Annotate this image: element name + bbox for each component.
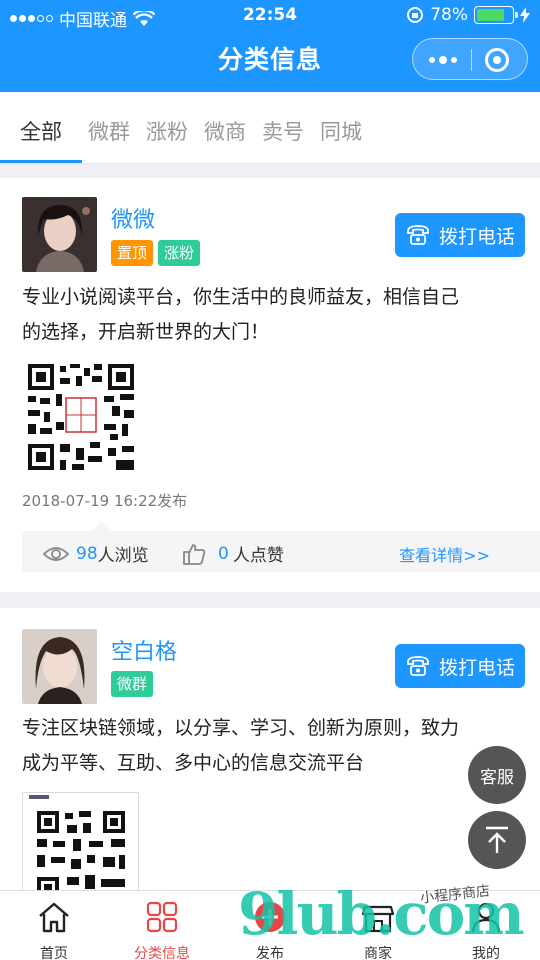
tab-local[interactable]: 同城 (320, 116, 362, 146)
view-details-link[interactable]: 查看详情>> (399, 542, 490, 566)
miniprogram-capsule (412, 38, 528, 80)
more-icon[interactable] (429, 51, 459, 69)
description-line: 成为平等、互助、多中心的信息交流平台 (22, 752, 365, 774)
poster-name[interactable]: 空白格 (111, 634, 177, 666)
nav-label: 分类信息 (134, 946, 190, 960)
description-line: 的选择，开启新世界的大门！ (22, 321, 270, 343)
customer-service-button[interactable]: 客服 (468, 746, 526, 804)
customer-service-label: 客服 (480, 767, 514, 788)
app-header: 中国联通 22:54 78% 分类信息 (0, 0, 540, 92)
phone-icon (407, 225, 429, 245)
category-tabs: 全部 微群 涨粉 微商 卖号 同城 (0, 92, 540, 164)
status-bar: 中国联通 22:54 78% (0, 0, 540, 32)
avatar[interactable] (22, 629, 97, 704)
thumbs-up-icon (183, 543, 206, 565)
nav-categories[interactable]: 分类信息 (108, 891, 216, 960)
views-stat: 98 人浏览 (42, 541, 149, 566)
tab-all[interactable]: 全部 (20, 116, 62, 146)
likes-label: 人点赞 (232, 546, 284, 566)
nav-home[interactable]: 首页 (0, 891, 108, 960)
poster-name[interactable]: 微微 (111, 202, 155, 234)
post-description: 专业小说阅读平台，你生活中的良师益友，相信自己 的选择，开启新世界的大门！ (22, 280, 522, 350)
avatar[interactable] (22, 197, 97, 272)
description-line: 专注区块链领域，以分享、学习、创新为原则，致力 (22, 717, 460, 739)
views-count: 98 (76, 543, 98, 564)
home-icon (39, 902, 69, 933)
tag-category: 微群 (111, 671, 154, 697)
post-card[interactable]: 微微 置顶 涨粉 拨打电话 专业小说阅读平台，你生活中的良师益友，相信自己 的选… (0, 178, 540, 592)
post-date: 2018-07-19 16:22发布 (22, 492, 188, 510)
likes-count: 0 (218, 543, 229, 564)
call-button-label: 拨打电话 (438, 225, 515, 248)
nav-label: 首页 (40, 946, 68, 960)
rotation-lock-icon (407, 7, 424, 23)
qr-code-image[interactable] (22, 792, 139, 893)
tag-pinned: 置顶 (111, 240, 154, 266)
post-stats-bar: 98 人浏览 0 人点赞 查看详情>> (22, 521, 540, 572)
tag-category: 涨粉 (158, 240, 201, 266)
tab-microbusiness[interactable]: 微商 (204, 116, 246, 146)
back-to-top-button[interactable] (468, 811, 526, 869)
qr-code-image[interactable] (26, 362, 136, 472)
arrow-up-icon (486, 826, 508, 853)
battery-percent: 78% (430, 5, 468, 25)
phone-icon (407, 656, 429, 676)
post-description: 专注区块链领域，以分享、学习、创新为原则，致力 成为平等、互助、多中心的信息交流… (22, 711, 522, 781)
likes-stat[interactable]: 0 人点赞 (182, 541, 284, 566)
active-tab-indicator (0, 160, 82, 163)
tab-wechat-groups[interactable]: 微群 (88, 116, 130, 146)
eye-icon (42, 546, 70, 561)
post-card[interactable]: 空白格 微群 拨打电话 专注区块链领域，以分享、学习、创新为原则，致力 成为平等… (0, 608, 540, 893)
description-line: 专业小说阅读平台，你生活中的良师益友，相信自己 (22, 286, 460, 308)
charging-icon (520, 7, 530, 23)
page: 中国联通 22:54 78% 分类信息 全部 微群 涨粉 微商 卖号 同城 微微… (0, 0, 540, 960)
close-miniprogram-icon[interactable] (485, 48, 509, 72)
tab-sell-account[interactable]: 卖号 (262, 116, 304, 146)
grid-icon (146, 901, 178, 933)
battery-icon (474, 6, 518, 24)
call-button[interactable]: 拨打电话 (395, 644, 525, 688)
views-label: 人浏览 (97, 546, 149, 566)
tab-followers[interactable]: 涨粉 (146, 116, 188, 146)
call-button[interactable]: 拨打电话 (395, 213, 525, 257)
call-button-label: 拨打电话 (438, 656, 515, 679)
